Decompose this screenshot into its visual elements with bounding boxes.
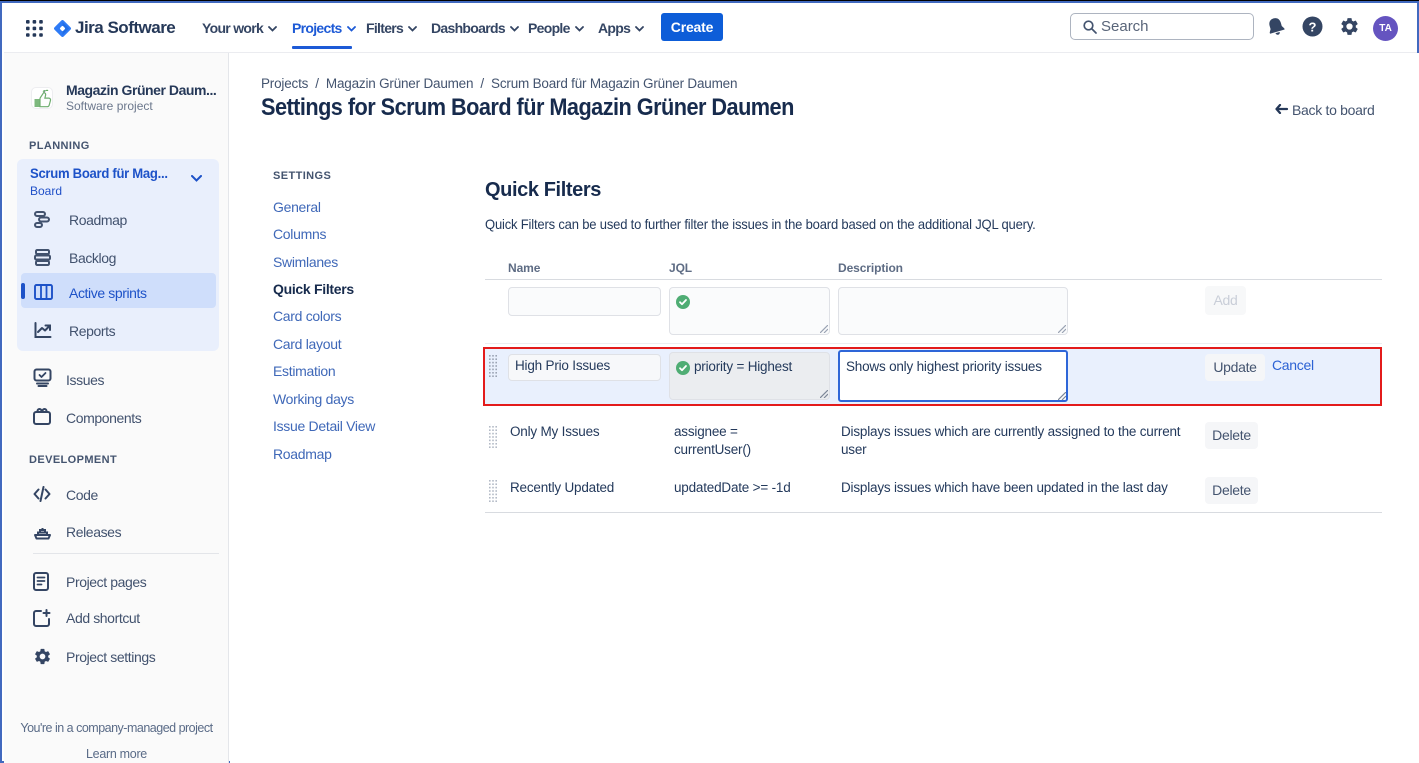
svg-text:?: ? <box>1309 19 1317 34</box>
